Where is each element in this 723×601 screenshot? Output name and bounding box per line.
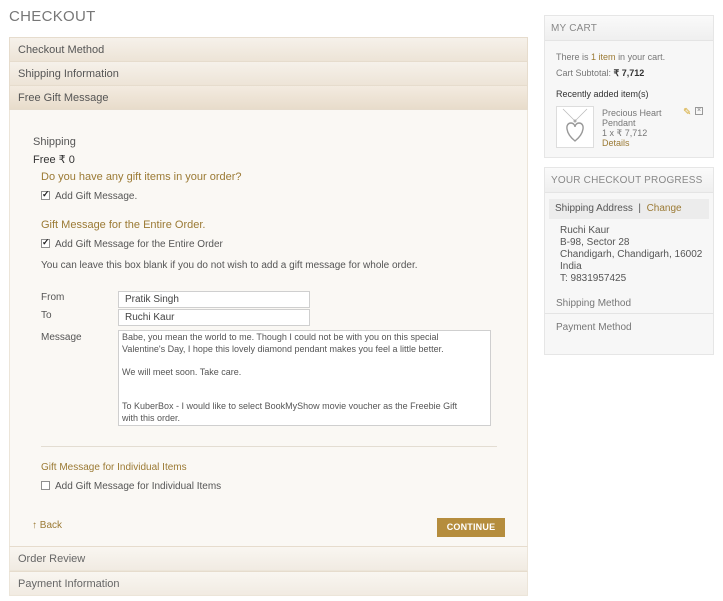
cart-item-name-1[interactable]: Precious Heart [602,108,662,118]
shipping-label: Shipping [33,136,76,148]
gift-message-panel: Shipping Free ₹ 0 Do you have any gift i… [9,110,528,546]
cart-there-is: There is [556,52,589,62]
back-arrow-icon: ↑ [32,520,37,531]
back-label: Back [39,520,63,531]
cart-item-name-2[interactable]: Pendant [602,118,662,128]
step-payment-information[interactable]: Payment Information [9,571,528,596]
cart-subtotal-value: ₹ 7,712 [613,68,645,78]
progress-shipping-address-row: Shipping Address | Change [549,199,709,219]
edit-pencil-icon[interactable]: ✎ [683,107,691,118]
progress-shipping-method: Shipping Method [545,294,713,314]
cart-subtotal-label: Cart Subtotal: [556,68,612,78]
remove-item-icon[interactable]: × [695,107,703,115]
individual-items-checkbox[interactable] [41,481,50,490]
checkout-progress-title: YOUR CHECKOUT PROGRESS [545,168,713,193]
pendant-image-icon [562,108,588,142]
cart-summary: There is 1 item in your cart. [556,52,665,62]
recent-items-heading: Recently added item(s) [556,89,649,99]
address-line-2: Chandigarh, Chandigarh, 16002 [560,249,703,260]
continue-button[interactable]: CONTINUE [437,518,505,537]
entire-order-checkbox[interactable] [41,237,50,248]
add-gift-message-option[interactable]: Add Gift Message. [41,189,138,202]
message-label: Message [41,332,82,343]
progress-shipping-address-label: Shipping Address [555,203,633,214]
step-free-gift-message[interactable]: Free Gift Message [9,85,528,110]
cart-item-info: Precious Heart Pendant 1 x ₹ 7,712 Detai… [602,108,662,148]
progress-separator: | [638,203,642,214]
gift-question: Do you have any gift items in your order… [41,171,242,183]
entire-order-option[interactable]: Add Gift Message for the Entire Order [41,237,223,250]
cart-in-cart: in your cart. [618,52,666,62]
individual-items-heading: Gift Message for Individual Items [41,462,187,473]
from-input[interactable]: Pratik Singh [118,291,310,308]
my-cart-block: MY CART There is 1 item in your cart. Ca… [544,15,714,158]
cart-item-details-link[interactable]: Details [602,138,662,148]
address-line-1: B-98, Sector 28 [560,237,630,248]
add-gift-message-checkbox[interactable] [41,189,50,200]
cart-item-qty-price: 1 x ₹ 7,712 [602,128,648,138]
checkout-progress-block: YOUR CHECKOUT PROGRESS Shipping Address … [544,167,714,355]
section-divider [41,446,497,447]
step-order-review[interactable]: Order Review [9,546,528,571]
add-gift-message-label: Add Gift Message. [55,191,138,202]
individual-items-option[interactable]: Add Gift Message for Individual Items [41,481,221,492]
step-shipping-information[interactable]: Shipping Information [9,61,528,85]
shipping-value: Free ₹ 0 [33,154,75,166]
individual-items-checkbox-label: Add Gift Message for Individual Items [55,481,222,492]
checkout-steps: Checkout Method Shipping Information Fre… [9,37,528,596]
to-label: To [41,310,52,321]
step-checkout-method[interactable]: Checkout Method [9,37,528,61]
product-thumbnail[interactable] [556,106,594,148]
address-country: India [560,261,582,272]
progress-change-link[interactable]: Change [647,203,682,214]
entire-order-hint: You can leave this box blank if you do n… [41,260,418,271]
to-input[interactable]: Ruchi Kaur [118,309,310,326]
cart-subtotal: Cart Subtotal: ₹ 7,712 [556,68,644,79]
entire-order-heading: Gift Message for the Entire Order. [41,219,206,231]
address-name: Ruchi Kaur [560,225,610,236]
back-link[interactable]: ↑ Back [32,520,62,531]
my-cart-title: MY CART [545,16,713,41]
page-title: CHECKOUT [9,8,96,25]
cart-item-count[interactable]: 1 item [591,52,616,62]
shipping-address-details: Ruchi Kaur B-98, Sector 28 Chandigarh, C… [545,219,713,285]
entire-order-checkbox-label: Add Gift Message for the Entire Order [55,239,223,250]
progress-payment-method: Payment Method [556,322,632,333]
address-phone: T: 9831957425 [560,273,627,284]
from-label: From [41,292,65,303]
message-textarea[interactable]: Babe, you mean the world to me. Though I… [118,330,491,426]
